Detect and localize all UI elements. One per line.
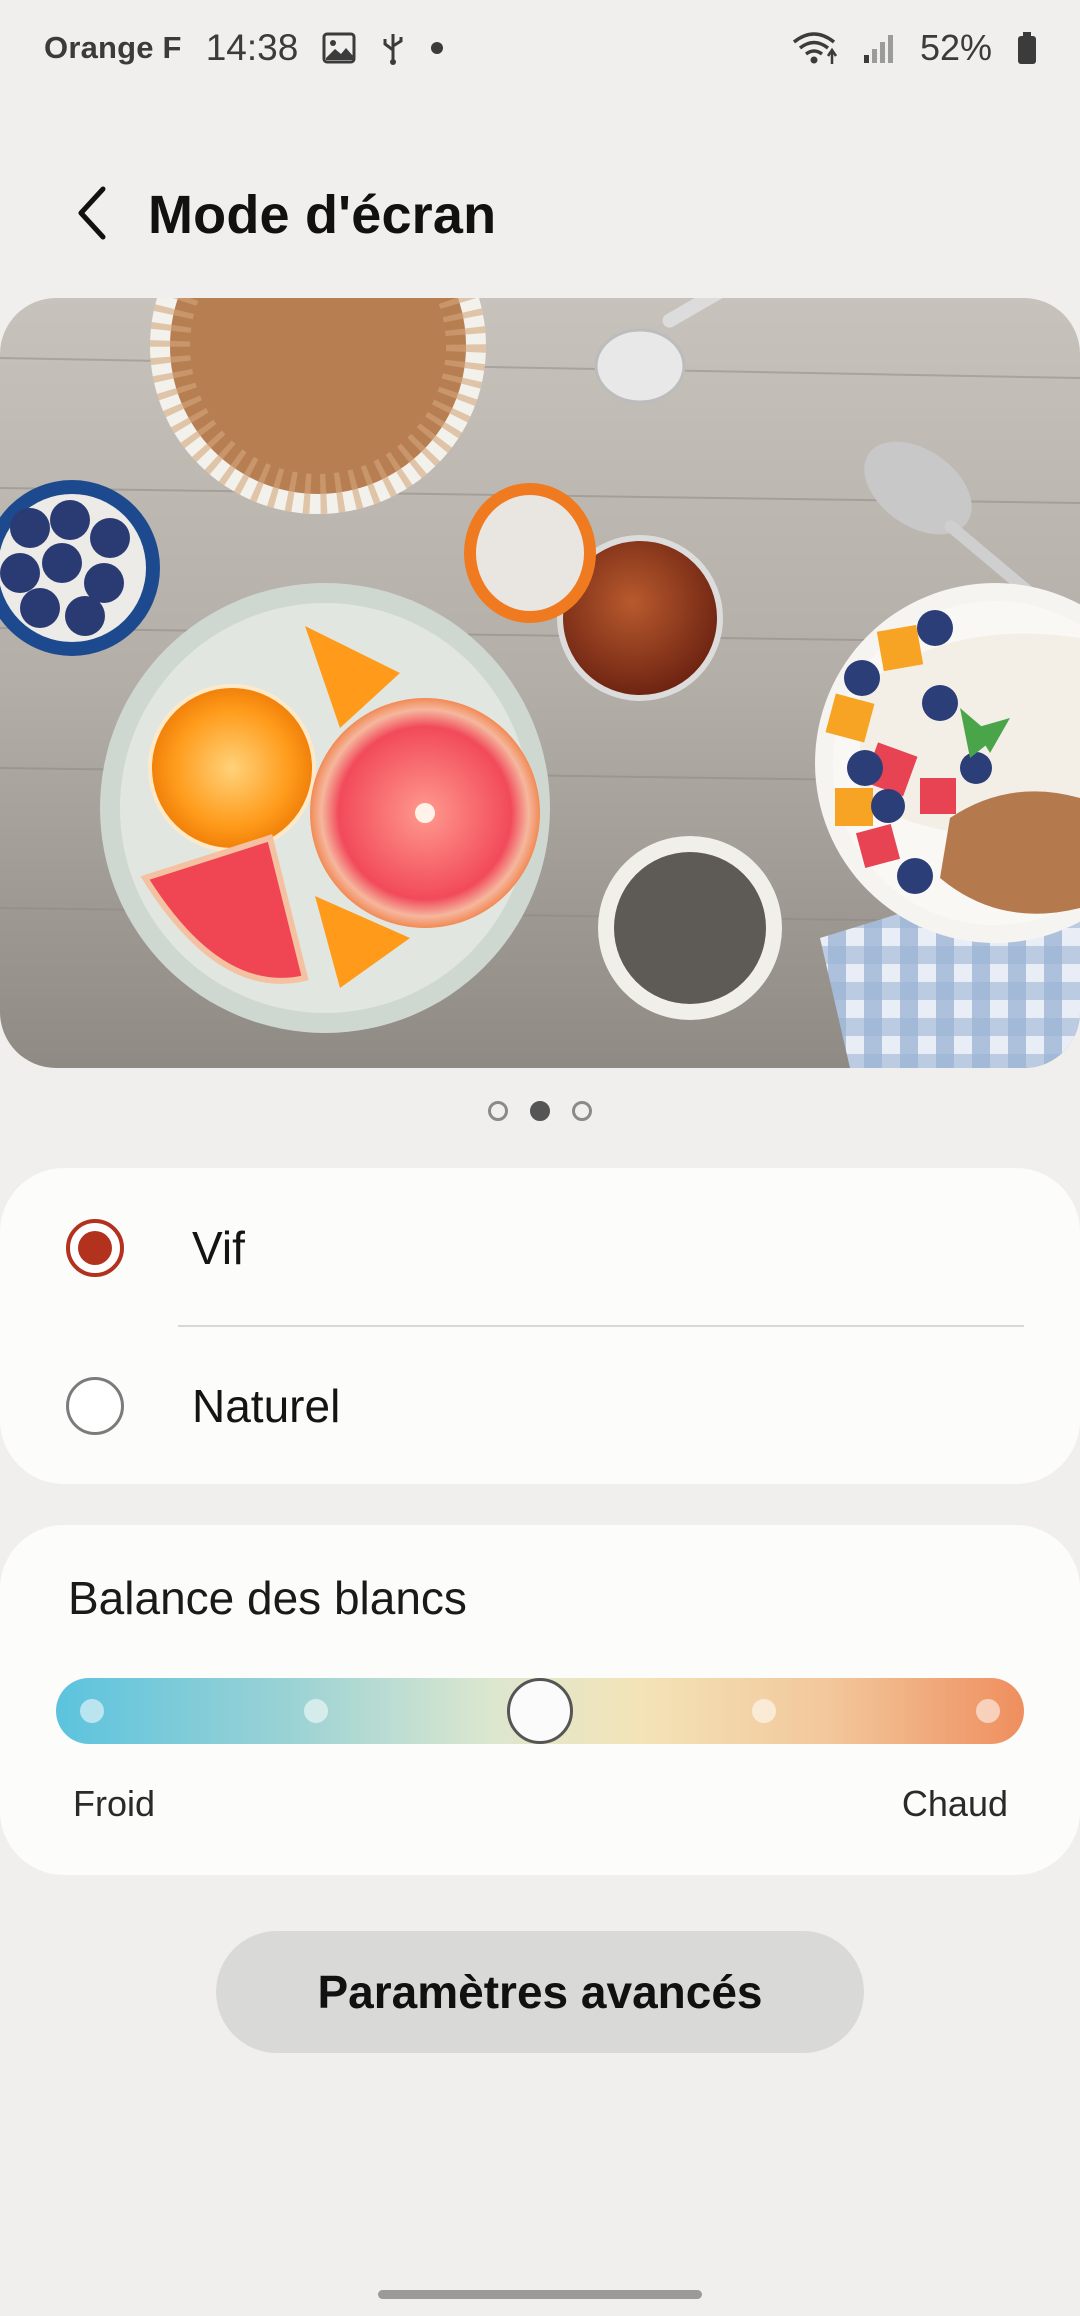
preview-image[interactable] bbox=[0, 298, 1080, 1068]
slider-tick-5 bbox=[976, 1699, 1000, 1723]
slider-tick-4 bbox=[752, 1699, 776, 1723]
advanced-settings-button[interactable]: Paramètres avancés bbox=[216, 1931, 864, 2053]
option-divider bbox=[178, 1325, 1024, 1327]
slider-tick-2 bbox=[304, 1699, 328, 1723]
radio-label-vif: Vif bbox=[192, 1222, 245, 1274]
page-dot-3[interactable] bbox=[572, 1101, 592, 1121]
gallery-icon bbox=[322, 32, 356, 64]
food-photo-illustration bbox=[0, 298, 1080, 1068]
status-right: 52% bbox=[790, 27, 1038, 69]
header: Mode d'écran bbox=[0, 160, 1080, 270]
status-left: Orange F 14:38 bbox=[44, 27, 444, 69]
radio-button-unchecked[interactable] bbox=[66, 1377, 124, 1435]
page-dot-2-active[interactable] bbox=[530, 1101, 550, 1121]
wifi-icon bbox=[790, 30, 838, 66]
slider-tick-1 bbox=[80, 1699, 104, 1723]
radio-button-checked[interactable] bbox=[66, 1219, 124, 1277]
page-dot-1[interactable] bbox=[488, 1101, 508, 1121]
white-balance-cold-label: Froid bbox=[73, 1783, 156, 1824]
signal-icon bbox=[862, 31, 896, 65]
page-indicator bbox=[0, 1101, 1080, 1121]
page-title: Mode d'écran bbox=[148, 185, 497, 245]
status-bar: Orange F 14:38 52% bbox=[0, 0, 1080, 96]
white-balance-warm-label: Chaud bbox=[901, 1783, 1008, 1824]
battery-icon bbox=[1016, 31, 1038, 65]
radio-option-naturel[interactable]: Naturel bbox=[0, 1326, 1080, 1486]
white-balance-title: Balance des blancs bbox=[68, 1572, 467, 1624]
slider-thumb[interactable] bbox=[507, 1678, 573, 1744]
radio-option-vif[interactable]: Vif bbox=[0, 1168, 1080, 1328]
white-balance-card: Balance des blancs Froid Chaud bbox=[0, 1525, 1080, 1875]
usb-icon bbox=[380, 30, 406, 66]
battery-percentage: 52% bbox=[919, 27, 992, 68]
navigation-gesture-bar[interactable] bbox=[378, 2290, 702, 2299]
notification-dot-icon bbox=[430, 41, 444, 55]
white-balance-slider[interactable] bbox=[56, 1678, 1024, 1744]
carrier-name: Orange F bbox=[44, 30, 182, 65]
status-time: 14:38 bbox=[205, 27, 299, 68]
radio-label-naturel: Naturel bbox=[192, 1380, 341, 1432]
back-arrow-icon bbox=[73, 183, 113, 248]
back-button[interactable] bbox=[38, 160, 148, 270]
